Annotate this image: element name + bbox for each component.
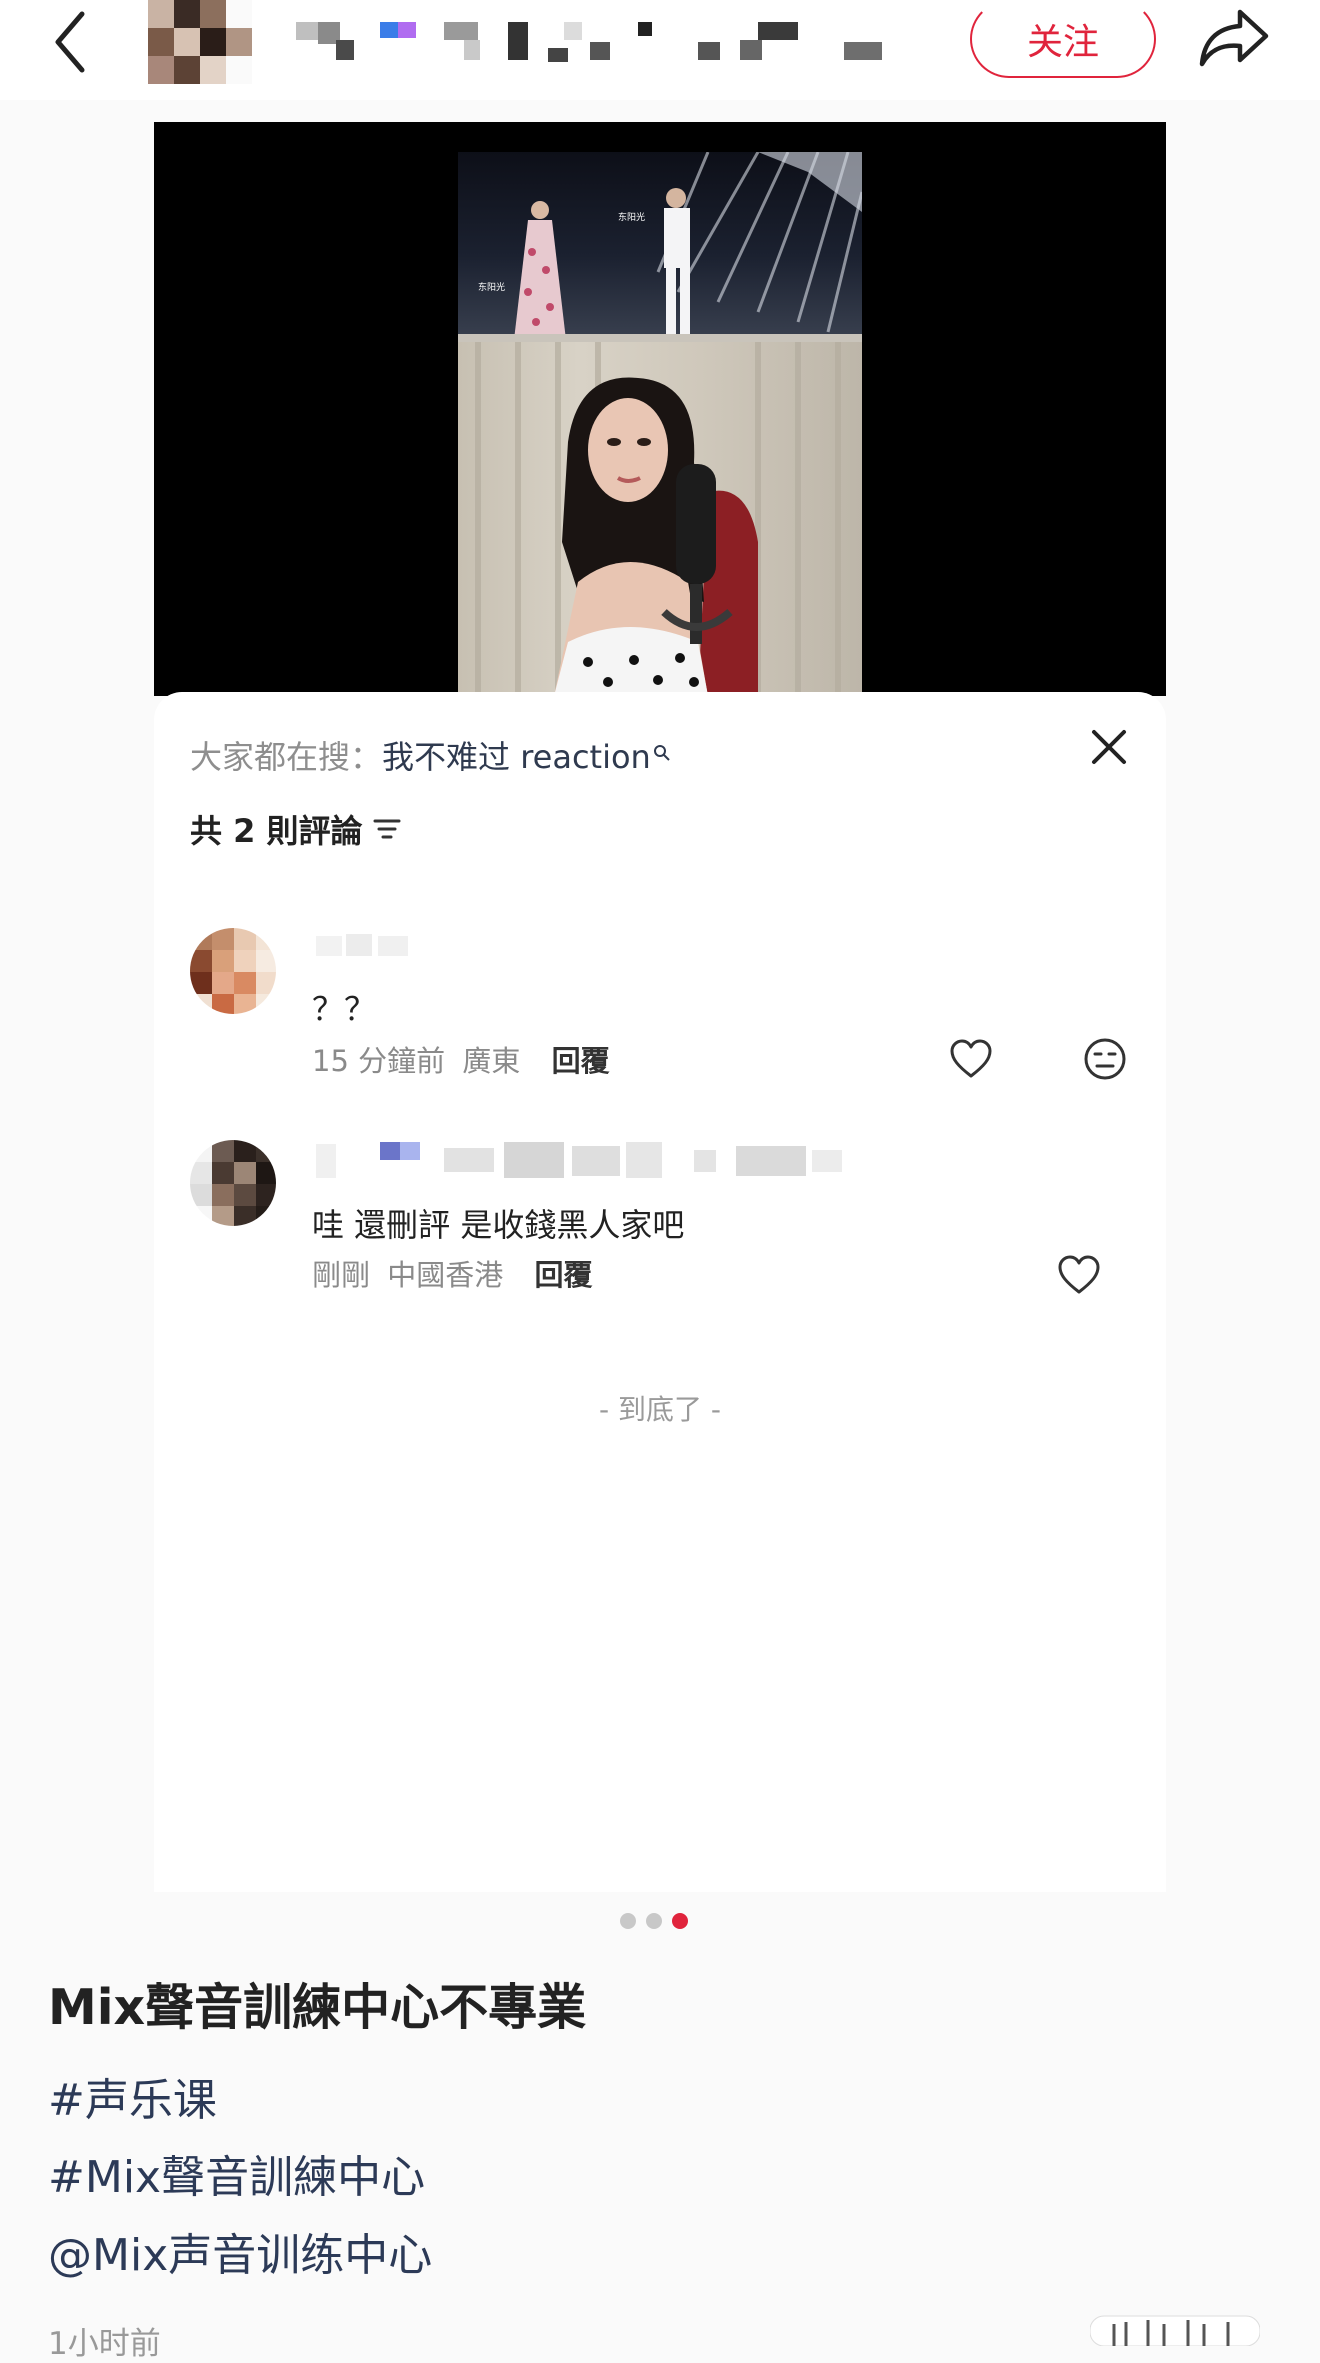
heart-icon (1058, 1255, 1100, 1294)
unamused-face-icon (1084, 1038, 1126, 1080)
author-name-pixelated[interactable] (296, 18, 896, 64)
watermark-logo (1089, 2310, 1261, 2347)
end-of-list-marker: - 到底了 - (598, 1393, 721, 1426)
heart-icon (950, 1039, 992, 1078)
comment-username-pixelated[interactable] (316, 1142, 856, 1178)
back-icon (55, 11, 85, 73)
carousel-dot[interactable] (646, 1913, 662, 1929)
carousel-dot[interactable] (620, 1913, 636, 1929)
carousel-indicator (620, 1913, 688, 1929)
follow-button[interactable]: 关注 (970, 0, 1156, 78)
search-suggestion-keyword[interactable]: 我不难过 reaction (382, 738, 651, 776)
carousel-dot-active[interactable] (672, 1913, 688, 1929)
like-button[interactable] (1056, 1252, 1102, 1298)
search-suggestion-prefix: 大家都在搜： (190, 738, 383, 776)
comment-username-pixelated[interactable] (316, 930, 426, 964)
reaction-video-frame (458, 342, 862, 696)
comment-location: 廣東 (462, 1044, 521, 1078)
comment-avatar[interactable] (190, 928, 276, 1014)
close-sheet-button[interactable] (1088, 726, 1130, 768)
back-button[interactable] (46, 4, 106, 80)
comment-count-header: 共 2 則評論 (190, 806, 401, 852)
search-icon (653, 745, 670, 761)
concert-stage-image: 东阳光 东阳光 (458, 152, 862, 342)
dislike-button[interactable] (1082, 1036, 1128, 1082)
reply-button[interactable]: 回覆 (534, 1258, 592, 1292)
like-button[interactable] (948, 1036, 994, 1082)
svg-text:东阳光: 东阳光 (618, 211, 645, 223)
comment-meta: 剛剛 中國香港 回覆 (312, 1252, 592, 1294)
comment-time: 15 分鐘前 (312, 1044, 446, 1078)
share-icon (1199, 9, 1269, 67)
comment-text: ？？ (312, 990, 377, 1028)
hashtag-link[interactable]: #Mix聲音訓練中心 (48, 2141, 425, 2205)
comment-time: 剛剛 (312, 1258, 371, 1292)
reply-button[interactable]: 回覆 (552, 1044, 610, 1078)
hashtag-link[interactable]: #声乐课 (48, 2064, 217, 2128)
comment-text: 哇 還刪評 是收錢黑人家吧 (312, 1206, 685, 1244)
comment-meta: 15 分鐘前 廣東 回覆 (312, 1038, 610, 1080)
comments-sheet (154, 692, 1166, 1892)
close-icon (1092, 730, 1126, 764)
mention-link[interactable]: @Mix声音训练中心 (48, 2219, 432, 2283)
note-title: Mix聲音訓練中心不專業 (48, 1979, 587, 2036)
comment-count-label: 共 2 則評論 (190, 812, 363, 850)
sort-icon[interactable] (373, 816, 401, 842)
post-time: 1小时前 (48, 2326, 161, 2362)
search-suggestion[interactable]: 大家都在搜：我不难过 reaction (190, 732, 671, 776)
author-avatar[interactable] (148, 0, 252, 84)
svg-text:东阳光: 东阳光 (478, 281, 505, 293)
comment-avatar[interactable] (190, 1140, 276, 1226)
comment-location: 中國香港 (387, 1258, 504, 1292)
share-button[interactable] (1196, 2, 1272, 74)
